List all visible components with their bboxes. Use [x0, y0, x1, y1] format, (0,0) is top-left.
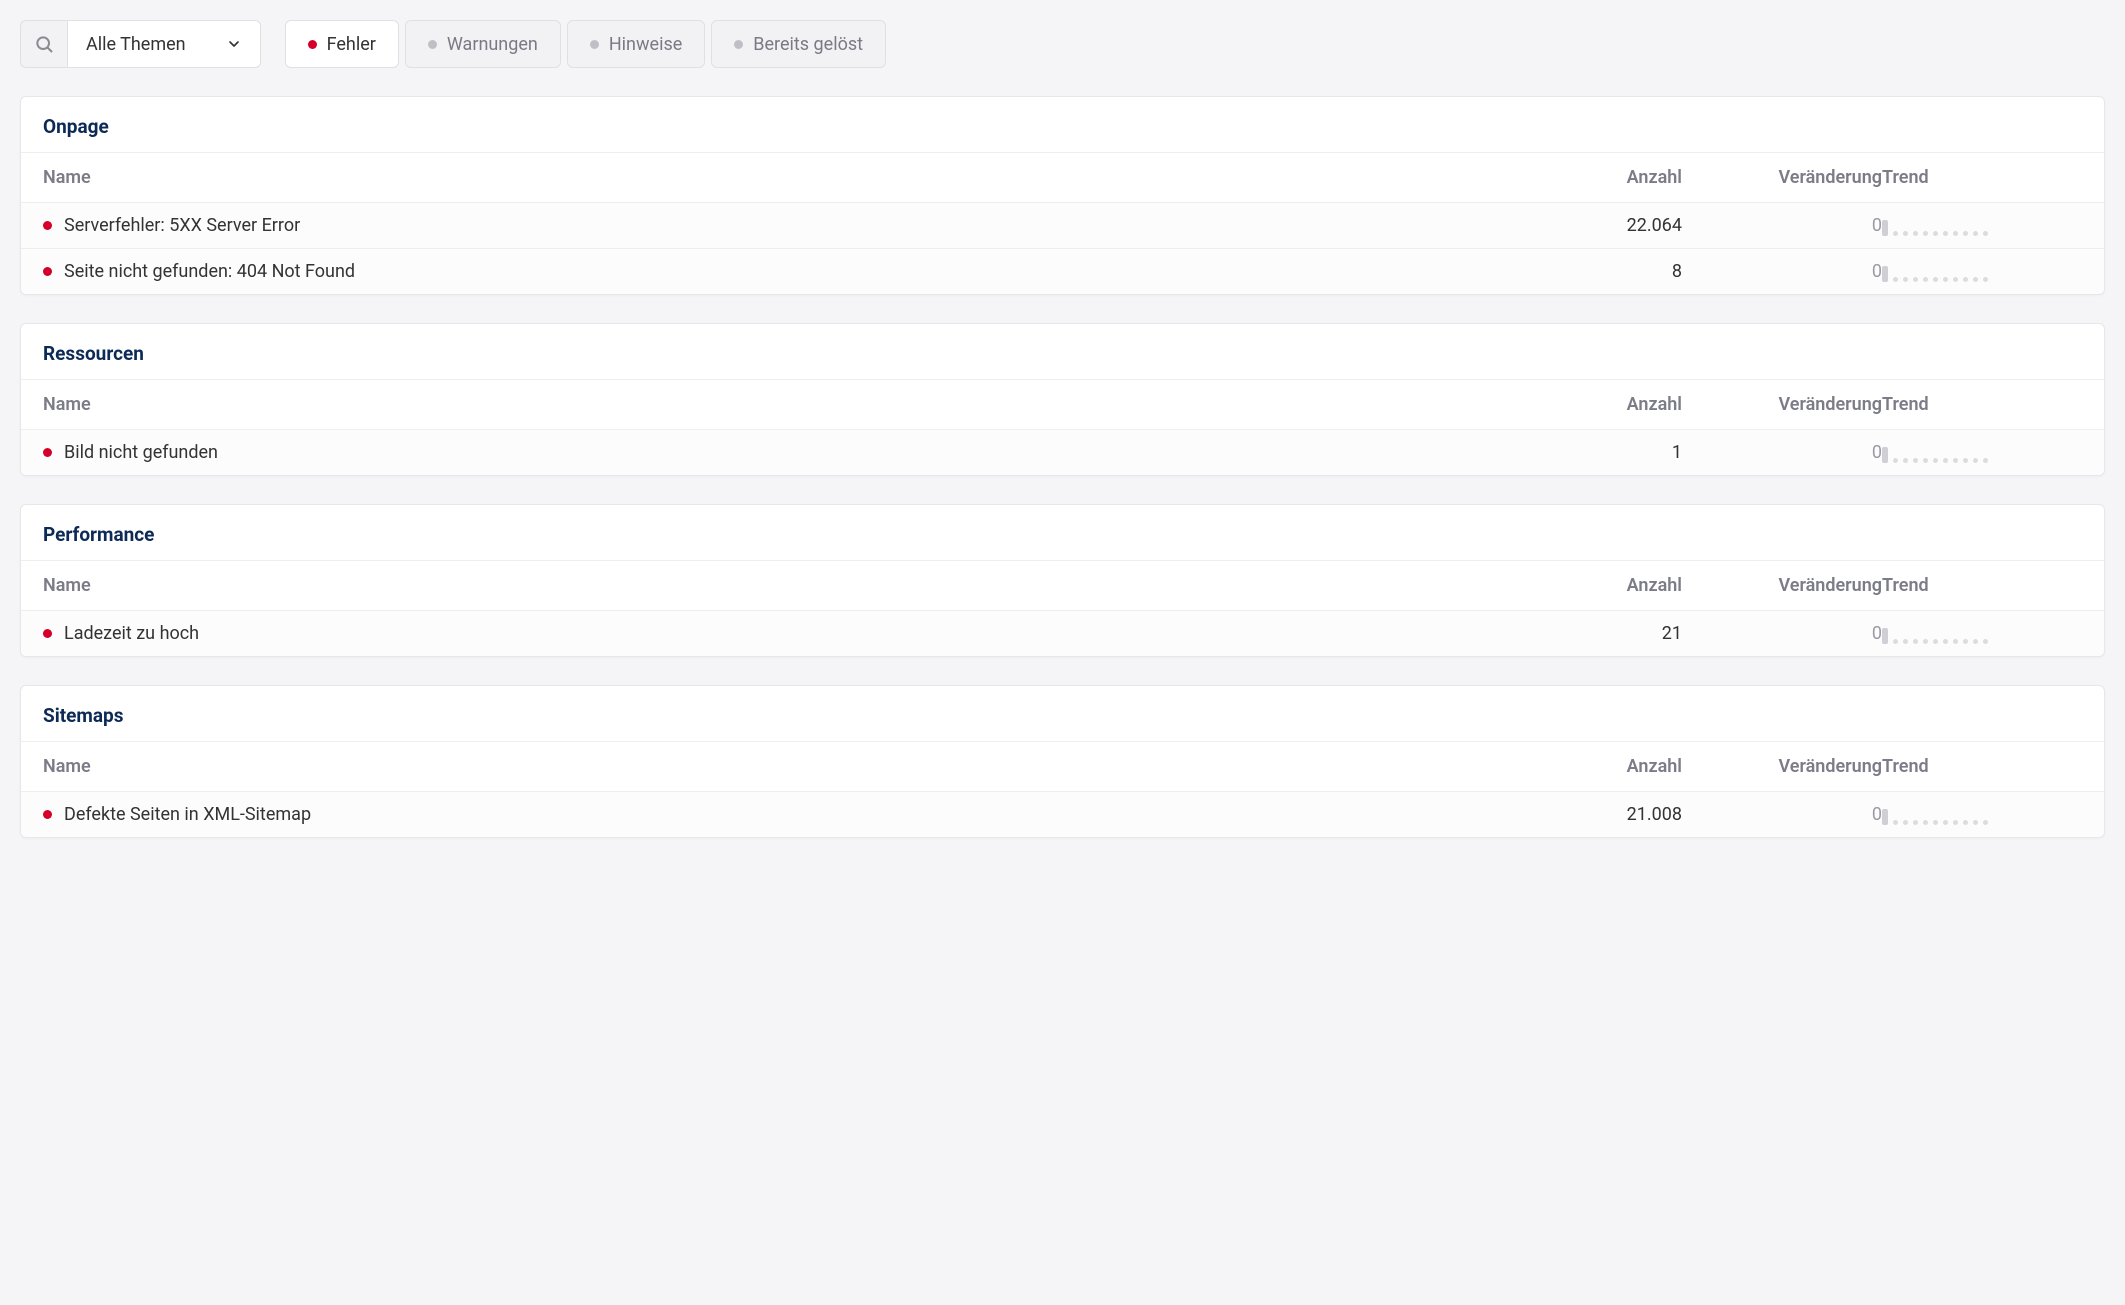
tab-label: Hinweise [609, 34, 682, 55]
col-count: Anzahl [1562, 575, 1682, 596]
row-name: Serverfehler: 5XX Server Error [64, 215, 300, 236]
col-trend: Trend [1882, 575, 2082, 596]
col-change: Veränderung [1682, 756, 1882, 777]
tabs: Fehler Warnungen Hinweise Bereits gelöst [285, 20, 886, 68]
search-icon [34, 34, 54, 54]
row-name: Seite nicht gefunden: 404 Not Found [64, 261, 355, 282]
col-trend: Trend [1882, 167, 2082, 188]
status-dot-icon [308, 40, 317, 49]
table-row[interactable]: Defekte Seiten in XML-Sitemap 21.0080 [21, 792, 2104, 837]
tab-label: Warnungen [447, 34, 538, 55]
row-count: 22.064 [1562, 215, 1682, 236]
col-name: Name [43, 756, 1562, 777]
row-name: Ladezeit zu hoch [64, 623, 199, 644]
topic-dropdown[interactable]: Alle Themen [68, 20, 261, 68]
chevron-down-icon [226, 36, 242, 52]
row-count: 21.008 [1562, 804, 1682, 825]
status-dot-icon [734, 40, 743, 49]
col-count: Anzahl [1562, 394, 1682, 415]
table-row[interactable]: Ladezeit zu hoch 210 [21, 611, 2104, 656]
table-header: NameAnzahlVeränderungTrend [21, 560, 2104, 611]
row-name: Bild nicht gefunden [64, 442, 218, 463]
error-dot-icon [43, 267, 52, 276]
row-change: 0 [1682, 804, 1882, 825]
table-row[interactable]: Serverfehler: 5XX Server Error 22.0640 [21, 203, 2104, 249]
tab-warnungen[interactable]: Warnungen [405, 20, 561, 68]
error-dot-icon [43, 810, 52, 819]
col-trend: Trend [1882, 394, 2082, 415]
tab-bereits-gelöst[interactable]: Bereits gelöst [711, 20, 886, 68]
section-title: Performance [21, 505, 2104, 560]
table-header: NameAnzahlVeränderungTrend [21, 379, 2104, 430]
table-header: NameAnzahlVeränderungTrend [21, 741, 2104, 792]
section-onpage: OnpageNameAnzahlVeränderungTrendServerfe… [20, 96, 2105, 295]
tab-fehler[interactable]: Fehler [285, 20, 399, 68]
topic-dropdown-label: Alle Themen [86, 34, 186, 55]
col-count: Anzahl [1562, 756, 1682, 777]
toolbar: Alle Themen Fehler Warnungen Hinweise Berei… [20, 20, 2105, 68]
trend-sparkline [1882, 443, 2082, 463]
status-dot-icon [590, 40, 599, 49]
row-name: Defekte Seiten in XML-Sitemap [64, 804, 311, 825]
section-sitemaps: SitemapsNameAnzahlVeränderungTrendDefekt… [20, 685, 2105, 838]
error-dot-icon [43, 448, 52, 457]
row-change: 0 [1682, 261, 1882, 282]
table-row[interactable]: Seite nicht gefunden: 404 Not Found 80 [21, 249, 2104, 294]
row-count: 21 [1562, 623, 1682, 644]
col-name: Name [43, 394, 1562, 415]
status-dot-icon [428, 40, 437, 49]
tab-label: Fehler [327, 34, 376, 55]
section-ressourcen: RessourcenNameAnzahlVeränderungTrendBild… [20, 323, 2105, 476]
error-dot-icon [43, 629, 52, 638]
tab-hinweise[interactable]: Hinweise [567, 20, 705, 68]
row-change: 0 [1682, 442, 1882, 463]
table-row[interactable]: Bild nicht gefunden 10 [21, 430, 2104, 475]
table-header: NameAnzahlVeränderungTrend [21, 152, 2104, 203]
col-name: Name [43, 575, 1562, 596]
col-name: Name [43, 167, 1562, 188]
row-count: 1 [1562, 442, 1682, 463]
col-change: Veränderung [1682, 394, 1882, 415]
trend-sparkline [1882, 805, 2082, 825]
col-change: Veränderung [1682, 167, 1882, 188]
trend-sparkline [1882, 624, 2082, 644]
section-title: Ressourcen [21, 324, 2104, 379]
row-change: 0 [1682, 215, 1882, 236]
col-trend: Trend [1882, 756, 2082, 777]
error-dot-icon [43, 221, 52, 230]
tab-label: Bereits gelöst [753, 34, 863, 55]
row-count: 8 [1562, 261, 1682, 282]
section-title: Sitemaps [21, 686, 2104, 741]
trend-sparkline [1882, 262, 2082, 282]
col-change: Veränderung [1682, 575, 1882, 596]
search-button[interactable] [20, 20, 68, 68]
section-performance: PerformanceNameAnzahlVeränderungTrendLad… [20, 504, 2105, 657]
col-count: Anzahl [1562, 167, 1682, 188]
trend-sparkline [1882, 216, 2082, 236]
row-change: 0 [1682, 623, 1882, 644]
section-title: Onpage [21, 97, 2104, 152]
